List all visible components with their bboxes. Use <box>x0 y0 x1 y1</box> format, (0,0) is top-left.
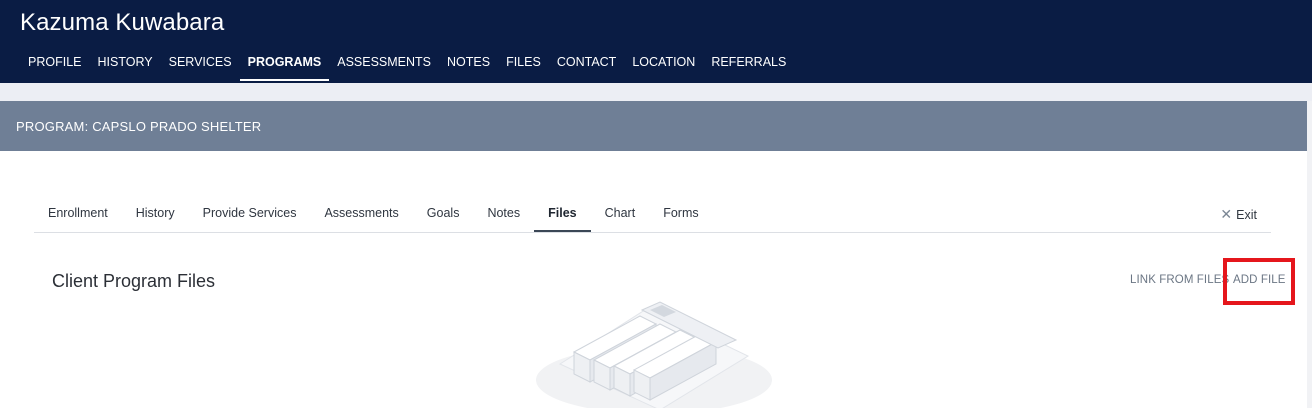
tab-provide-services[interactable]: Provide Services <box>189 200 311 232</box>
tab-chart[interactable]: Chart <box>591 200 650 232</box>
tab-files[interactable]: Files <box>534 200 591 232</box>
tab-assessments[interactable]: Assessments <box>310 200 412 232</box>
top-nav: PROFILE HISTORY SERVICES PROGRAMS ASSESS… <box>20 54 794 82</box>
nav-referrals[interactable]: REFERRALS <box>703 54 794 81</box>
header-spacer <box>0 83 1312 101</box>
nav-history[interactable]: HISTORY <box>90 54 161 81</box>
add-file-label: ADD FILE <box>1233 274 1286 286</box>
scrollbar-track[interactable] <box>1307 101 1312 408</box>
nav-assessments[interactable]: ASSESSMENTS <box>329 54 439 81</box>
exit-button[interactable]: ✕ Exit <box>1220 206 1257 223</box>
tab-forms[interactable]: Forms <box>649 200 712 232</box>
nav-profile[interactable]: PROFILE <box>20 54 90 81</box>
tab-enrollment[interactable]: Enrollment <box>34 200 122 232</box>
nav-contact[interactable]: CONTACT <box>549 54 625 81</box>
client-header: Kazuma Kuwabara PROFILE HISTORY SERVICES… <box>0 0 1312 83</box>
program-title: PROGRAM: CAPSLO PRADO SHELTER <box>16 119 262 134</box>
nav-programs[interactable]: PROGRAMS <box>239 54 330 81</box>
program-bar: PROGRAM: CAPSLO PRADO SHELTER <box>0 101 1307 151</box>
tab-history[interactable]: History <box>122 200 189 232</box>
nav-location[interactable]: LOCATION <box>624 54 703 81</box>
tab-notes[interactable]: Notes <box>473 200 534 232</box>
nav-services[interactable]: SERVICES <box>161 54 240 81</box>
program-tabs: Enrollment History Provide Services Asse… <box>34 200 1271 233</box>
close-icon: ✕ <box>1220 206 1233 222</box>
tab-goals[interactable]: Goals <box>413 200 474 232</box>
nav-files[interactable]: FILES <box>498 54 549 81</box>
empty-files-illustration <box>536 301 772 408</box>
section-title: Client Program Files <box>52 271 216 291</box>
exit-label: Exit <box>1236 208 1257 222</box>
link-from-files-button[interactable]: LINK FROM FILES <box>1130 274 1229 286</box>
add-file-button[interactable]: ADD FILE <box>1223 258 1295 305</box>
client-name: Kazuma Kuwabara <box>20 9 225 36</box>
nav-notes[interactable]: NOTES <box>439 54 498 81</box>
